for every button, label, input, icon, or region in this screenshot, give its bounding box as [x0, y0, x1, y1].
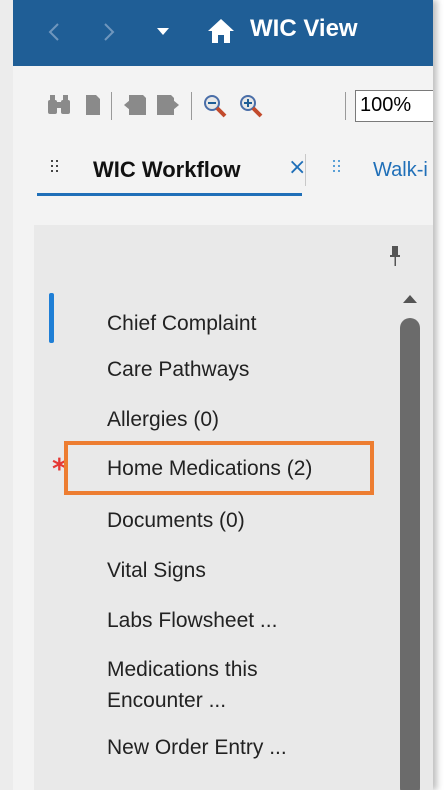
active-tab-underline	[37, 193, 302, 196]
highlight-box	[64, 441, 374, 495]
drag-grip-icon[interactable]	[51, 160, 59, 176]
home-icon[interactable]	[206, 16, 236, 46]
page-icon[interactable]	[85, 94, 101, 116]
workflow-nav-panel: Chief Complaint Care Pathways Allergies …	[34, 225, 433, 790]
scroll-up-arrow-icon[interactable]	[400, 292, 420, 306]
nav-item-new-order-entry[interactable]: New Order Entry ...	[107, 733, 287, 763]
title-bar: WIC View	[13, 0, 433, 66]
nav-item-documents[interactable]: Documents (0)	[107, 506, 245, 536]
forward-arrow-icon[interactable]	[96, 20, 120, 44]
back-arrow-icon[interactable]	[43, 20, 67, 44]
page-back-icon[interactable]	[123, 94, 147, 116]
window-left-border	[0, 0, 13, 790]
nav-item-vital-signs[interactable]: Vital Signs	[107, 556, 206, 586]
pin-icon[interactable]	[389, 245, 401, 267]
scrollbar-thumb[interactable]	[400, 318, 420, 790]
nav-item-labs-flowsheet[interactable]: Labs Flowsheet ...	[107, 606, 277, 636]
toolbar-separator	[111, 92, 112, 120]
zoom-level-input[interactable]: 100%	[355, 90, 433, 122]
chevron-down-icon[interactable]	[155, 27, 171, 37]
zoom-in-icon[interactable]	[239, 94, 263, 118]
nav-item-medications-this-encounter[interactable]: Medications this Encounter ...	[107, 654, 307, 716]
tab-strip: WIC Workflow × Walk-i	[13, 130, 433, 196]
page-forward-icon[interactable]	[156, 94, 180, 116]
nav-item-care-pathways[interactable]: Care Pathways	[107, 355, 249, 385]
app-window: WIC View 100% WIC Workflow × Walk-i Chie…	[0, 0, 433, 790]
tab-separator	[305, 154, 306, 186]
nav-item-chief-complaint[interactable]: Chief Complaint	[107, 309, 256, 339]
zoom-out-icon[interactable]	[203, 94, 227, 118]
toolbar: 100%	[13, 66, 433, 130]
window-title: WIC View	[250, 15, 358, 42]
binoculars-icon[interactable]	[46, 94, 72, 116]
close-icon[interactable]: ×	[288, 157, 306, 179]
nav-item-allergies[interactable]: Allergies (0)	[107, 405, 219, 435]
tab-wic-workflow[interactable]: WIC Workflow	[93, 157, 240, 183]
toolbar-separator	[191, 92, 192, 120]
drag-grip-icon[interactable]	[333, 160, 341, 176]
tab-walk-in[interactable]: Walk-i	[373, 159, 428, 182]
selected-item-indicator	[49, 293, 54, 343]
toolbar-separator	[345, 92, 346, 120]
